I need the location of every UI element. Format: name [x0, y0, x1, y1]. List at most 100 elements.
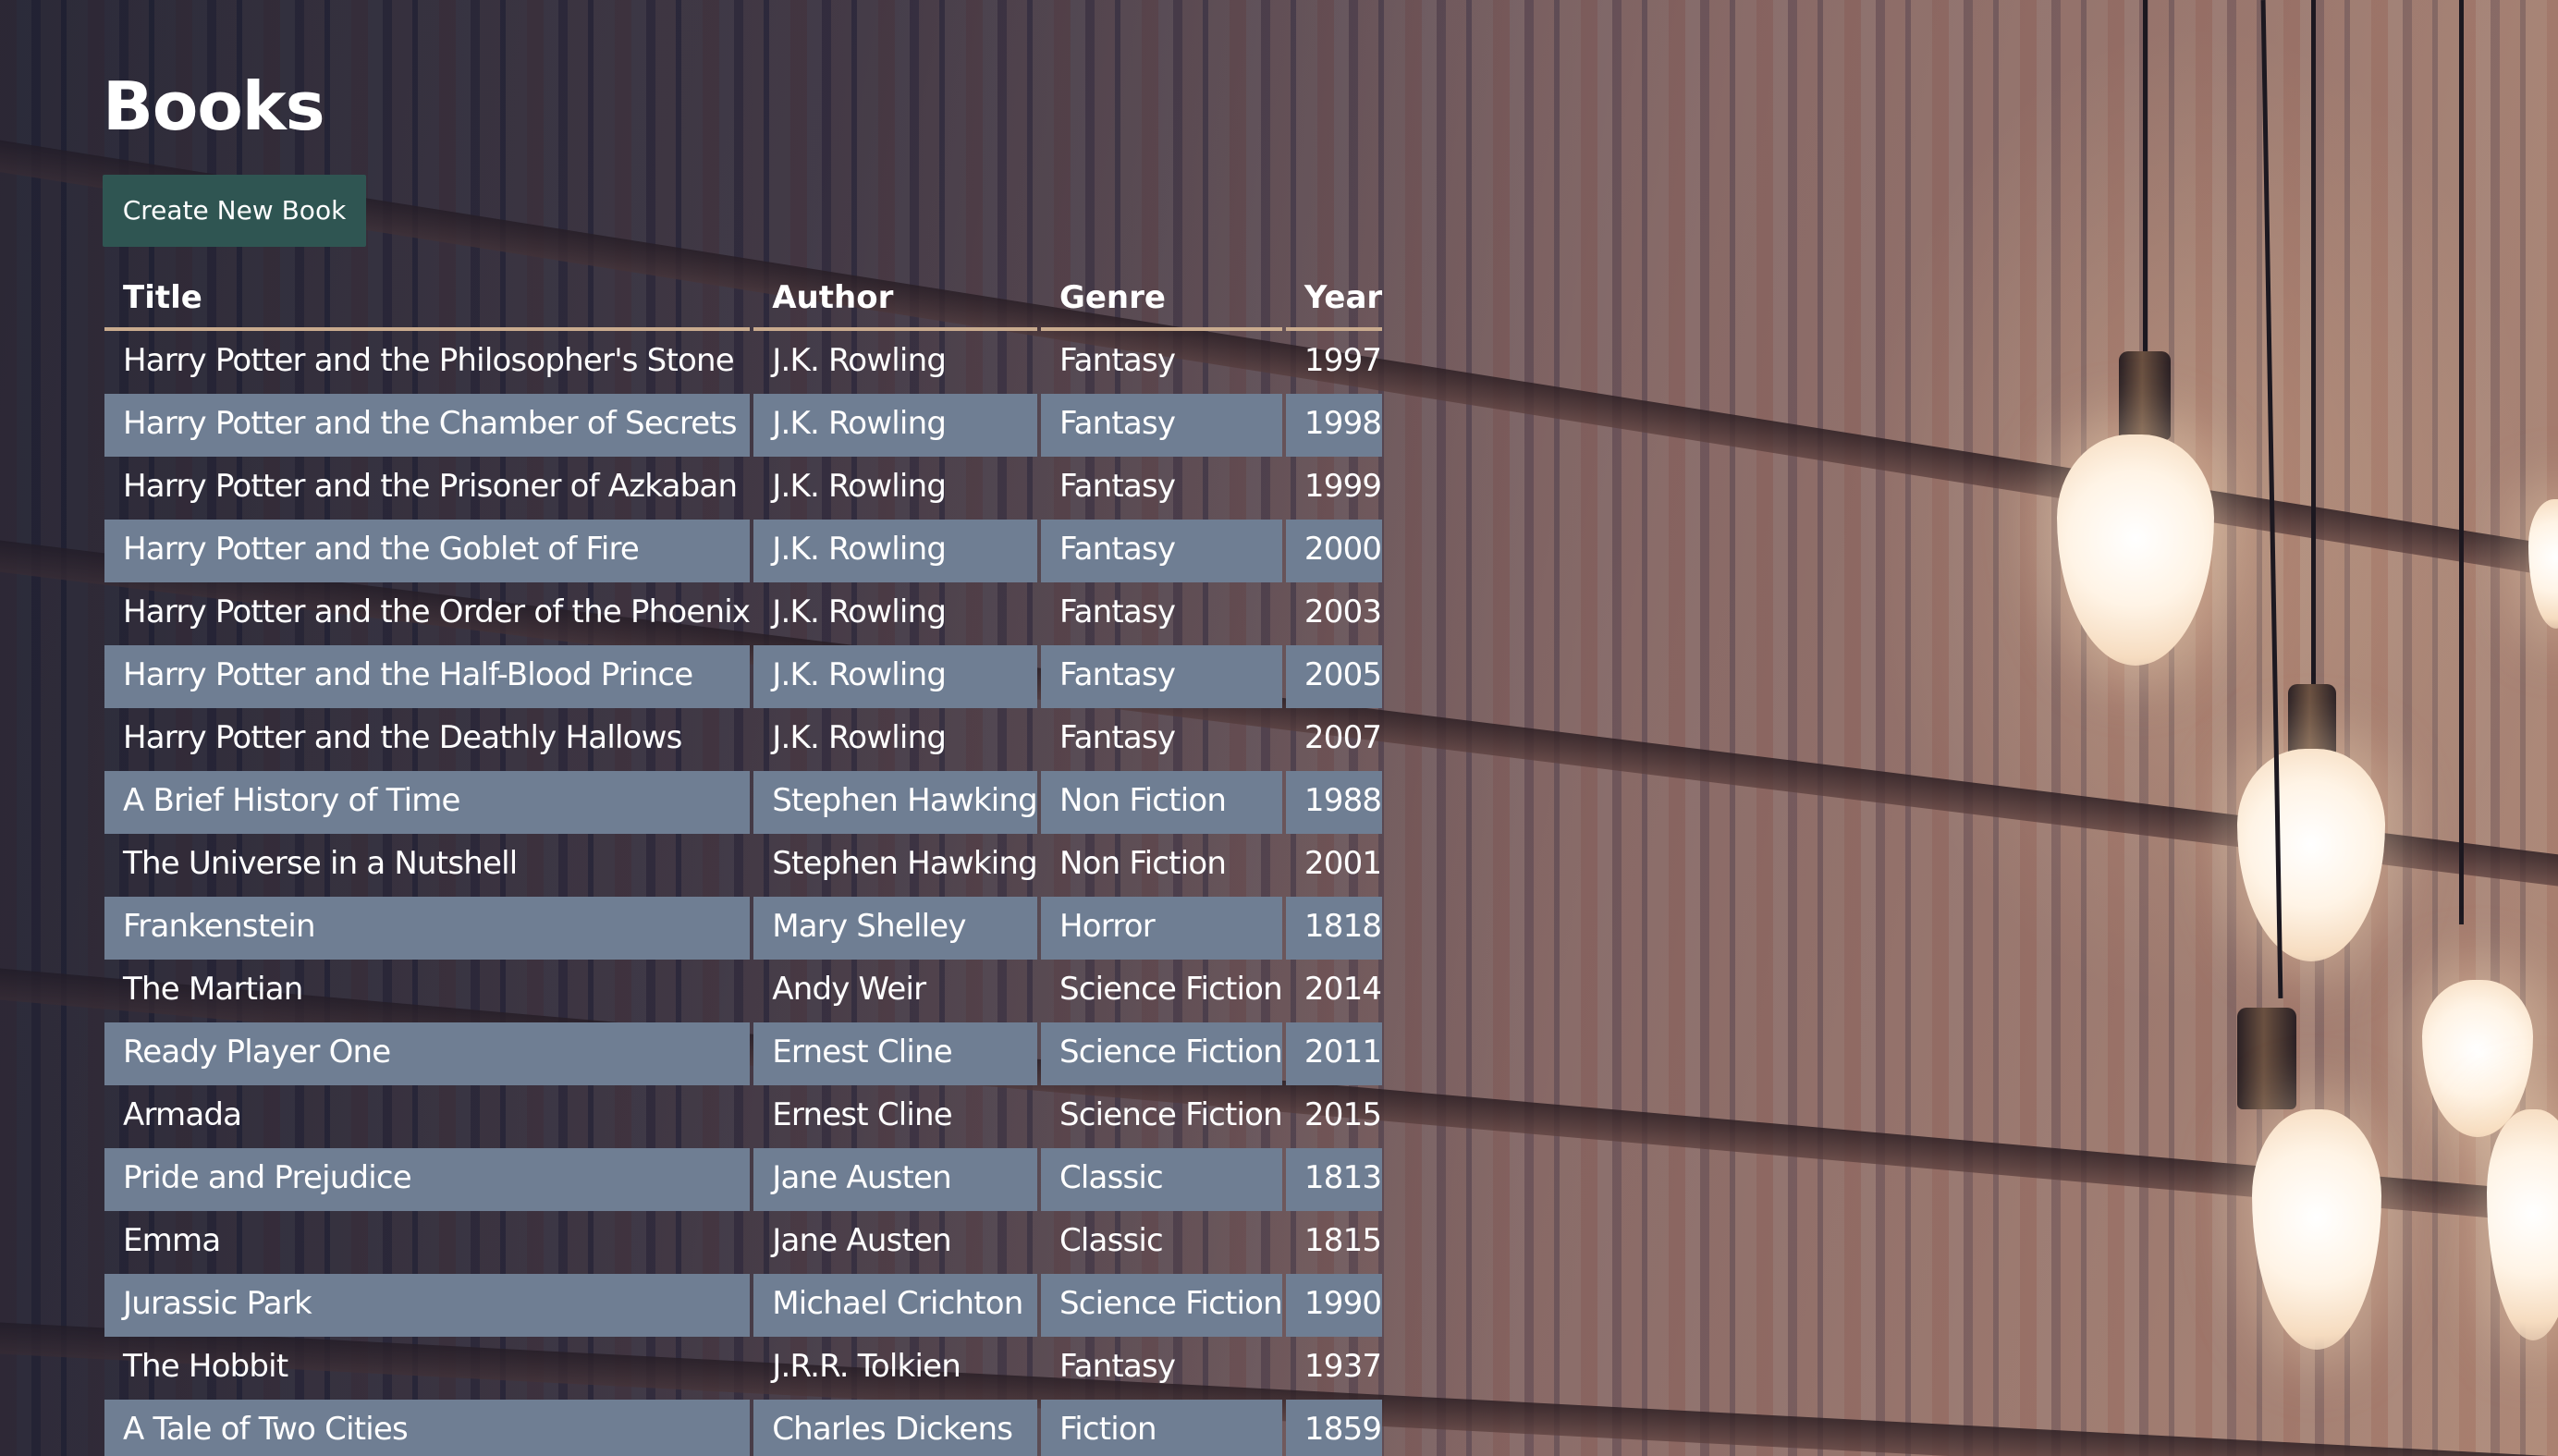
books-table: Title Author Genre Year Harry Potter and…: [101, 268, 1386, 1456]
cell-genre: Fantasy: [1040, 645, 1282, 708]
cell-year: 1818: [1285, 897, 1383, 960]
cell-author: J.K. Rowling: [772, 468, 947, 505]
cell-genre: Science Fiction: [1040, 1274, 1283, 1337]
cell-title: Emma: [123, 1222, 221, 1259]
cell-title: Jurassic Park: [104, 1274, 751, 1337]
cell-author: Ernest Cline: [753, 1022, 1037, 1085]
cell-title: Pride and Prejudice: [104, 1148, 751, 1211]
create-new-book-button[interactable]: Create New Book: [103, 175, 366, 247]
cell-year: 1997: [1303, 342, 1382, 379]
cell-author: Stephen Hawking: [772, 845, 1038, 882]
table-row: Jurassic Park Michael Crichton Science F…: [104, 1274, 1383, 1337]
cell-title: Harry Potter and the Goblet of Fire: [104, 520, 751, 582]
cell-author: Jane Austen: [753, 1148, 1037, 1211]
table-row: Emma Jane Austen Classic 1815: [104, 1211, 1382, 1274]
cell-year: 1815: [1303, 1222, 1382, 1259]
cell-title: Harry Potter and the Philosopher's Stone: [123, 342, 735, 379]
cell-author: J.K. Rowling: [753, 645, 1037, 708]
cell-year: 2014: [1303, 971, 1382, 1008]
cell-author: J.K. Rowling: [772, 593, 947, 630]
cell-title: Harry Potter and the Order of the Phoeni…: [123, 593, 751, 630]
cell-year: 1988: [1285, 771, 1383, 834]
cell-genre: Fiction: [1040, 1400, 1282, 1456]
table-row: Harry Potter and the Half-Blood Prince J…: [104, 645, 1383, 708]
cell-author: J.K. Rowling: [772, 342, 947, 379]
cell-year: 1990: [1285, 1274, 1383, 1337]
table-row: Harry Potter and the Deathly Hallows J.K…: [104, 708, 1382, 771]
light-cord: [2143, 0, 2148, 361]
light-cord: [2459, 0, 2464, 924]
table-row: A Brief History of Time Stephen Hawking …: [104, 771, 1383, 834]
cell-author: J.R.R. Tolkien: [772, 1348, 961, 1385]
table-row: Harry Potter and the Goblet of Fire J.K.…: [104, 520, 1383, 582]
cell-title: The Hobbit: [123, 1348, 288, 1385]
column-header-author: Author: [753, 268, 1037, 331]
cell-genre: Fantasy: [1040, 520, 1282, 582]
table-row: Armada Ernest Cline Science Fiction 2015: [104, 1085, 1382, 1148]
cell-title: A Brief History of Time: [104, 771, 751, 834]
cell-title: Harry Potter and the Chamber of Secrets: [104, 394, 751, 457]
cell-genre: Classic: [1059, 1222, 1164, 1259]
table-row: Harry Potter and the Chamber of Secrets …: [104, 394, 1383, 457]
table-row: The Martian Andy Weir Science Fiction 20…: [104, 960, 1382, 1022]
table-row: Harry Potter and the Prisoner of Azkaban…: [104, 457, 1382, 520]
cell-year: 1859: [1285, 1400, 1383, 1456]
table-row: A Tale of Two Cities Charles Dickens Fic…: [104, 1400, 1383, 1456]
cell-year: 1999: [1303, 468, 1382, 505]
page-title: Books: [103, 67, 325, 145]
cell-year: 2005: [1285, 645, 1383, 708]
cell-genre: Science Fiction: [1059, 971, 1283, 1008]
cell-author: Ernest Cline: [772, 1096, 952, 1133]
cell-title: Harry Potter and the Half-Blood Prince: [104, 645, 751, 708]
column-header-genre: Genre: [1040, 268, 1282, 331]
cell-author: Mary Shelley: [753, 897, 1037, 960]
column-header-title: Title: [104, 268, 751, 331]
cell-title: Harry Potter and the Deathly Hallows: [123, 719, 682, 756]
cell-year: 2003: [1303, 593, 1382, 630]
cell-title: The Universe in a Nutshell: [123, 845, 518, 882]
light-socket: [2237, 1008, 2296, 1109]
cell-title: Harry Potter and the Prisoner of Azkaban: [123, 468, 738, 505]
cell-genre: Fantasy: [1059, 593, 1176, 630]
cell-genre: Fantasy: [1059, 342, 1176, 379]
table-row: Harry Potter and the Philosopher's Stone…: [104, 331, 1382, 394]
light-socket: [2288, 684, 2336, 758]
table-row: Pride and Prejudice Jane Austen Classic …: [104, 1148, 1383, 1211]
table-row: Harry Potter and the Order of the Phoeni…: [104, 582, 1382, 645]
cell-author: Stephen Hawking: [753, 771, 1038, 834]
cell-genre: Fantasy: [1059, 468, 1176, 505]
table-row: Ready Player One Ernest Cline Science Fi…: [104, 1022, 1383, 1085]
cell-author: Michael Crichton: [753, 1274, 1037, 1337]
table-header-row: Title Author Genre Year: [104, 268, 1383, 331]
cell-author: J.K. Rowling: [753, 520, 1037, 582]
cell-title: The Martian: [123, 971, 303, 1008]
cell-genre: Fantasy: [1059, 719, 1176, 756]
cell-genre: Non Fiction: [1059, 845, 1227, 882]
cell-genre: Fantasy: [1059, 1348, 1176, 1385]
column-header-year: Year: [1285, 268, 1383, 331]
cell-year: 2007: [1303, 719, 1382, 756]
cell-year: 2015: [1303, 1096, 1382, 1133]
cell-title: Ready Player One: [104, 1022, 751, 1085]
table-row: The Hobbit J.R.R. Tolkien Fantasy 1937: [104, 1337, 1382, 1400]
books-table-body: Harry Potter and the Philosopher's Stone…: [104, 331, 1383, 1456]
light-cord: [2311, 0, 2316, 693]
cell-title: Frankenstein: [104, 897, 751, 960]
cell-genre: Fantasy: [1040, 394, 1282, 457]
cell-title: A Tale of Two Cities: [104, 1400, 751, 1456]
cell-year: 1998: [1285, 394, 1383, 457]
cell-genre: Horror: [1040, 897, 1282, 960]
cell-year: 1937: [1303, 1348, 1382, 1385]
cell-genre: Science Fiction: [1040, 1022, 1283, 1085]
cell-year: 2011: [1285, 1022, 1383, 1085]
cell-author: Charles Dickens: [753, 1400, 1037, 1456]
cell-genre: Non Fiction: [1040, 771, 1282, 834]
cell-year: 1813: [1285, 1148, 1383, 1211]
table-row: Frankenstein Mary Shelley Horror 1818: [104, 897, 1383, 960]
cell-year: 2001: [1303, 845, 1382, 882]
light-socket: [2119, 351, 2171, 440]
cell-author: Jane Austen: [772, 1222, 951, 1259]
cell-year: 2000: [1285, 520, 1383, 582]
table-row: The Universe in a Nutshell Stephen Hawki…: [104, 834, 1382, 897]
cell-author: J.K. Rowling: [753, 394, 1037, 457]
